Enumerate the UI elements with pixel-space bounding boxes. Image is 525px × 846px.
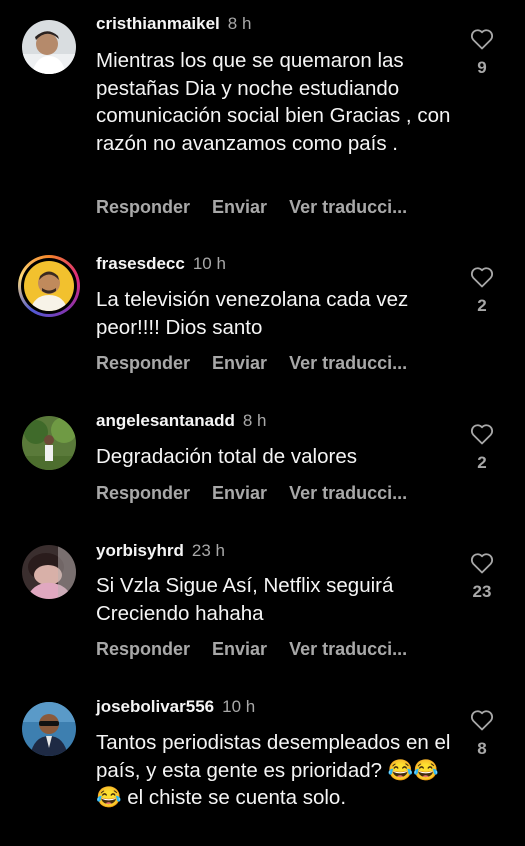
comment-header: frasesdecc 10 h — [96, 253, 226, 275]
reply-button[interactable]: Responder — [96, 197, 190, 217]
comment-header: yorbisyhrd 23 h — [96, 540, 225, 562]
avatar-person-icon — [22, 545, 76, 599]
comment-time: 23 h — [191, 541, 225, 560]
comment-text: Mientras los que se quemaron las pestaña… — [96, 49, 451, 155]
avatar[interactable] — [22, 702, 76, 756]
comment-username[interactable]: cristhianmaikel — [96, 14, 220, 33]
like-count: 23 — [472, 582, 492, 601]
avatar-person-icon — [22, 702, 76, 756]
avatar[interactable] — [18, 255, 80, 317]
avatar[interactable] — [22, 416, 76, 470]
translate-button[interactable]: Ver traducci... — [289, 353, 407, 373]
comment-header: josebolivar556 10 h — [96, 696, 255, 718]
comment-actions: Responder Enviar Ver traducci... — [96, 196, 429, 218]
like-count: 2 — [477, 296, 487, 315]
comment-username[interactable]: josebolivar556 — [96, 697, 214, 716]
heart-icon[interactable] — [470, 28, 494, 50]
comment-username[interactable]: angelesantanadd — [96, 411, 235, 430]
like-count: 2 — [477, 453, 487, 472]
comment-username[interactable]: yorbisyhrd — [96, 541, 184, 560]
comment-actions: Responder Enviar Ver traducci... — [96, 482, 429, 504]
translate-button[interactable]: Ver traducci... — [289, 639, 407, 659]
avatar-person-icon — [22, 20, 76, 74]
translate-button[interactable]: Ver traducci... — [289, 483, 407, 503]
comment-actions: Responder Enviar Ver traducci... — [96, 638, 429, 660]
avatar[interactable] — [22, 545, 76, 599]
heart-icon[interactable] — [470, 266, 494, 288]
send-button[interactable]: Enviar — [212, 483, 267, 503]
avatar-person-icon — [24, 261, 74, 311]
like-control: 23 — [462, 552, 502, 602]
reply-button[interactable]: Responder — [96, 639, 190, 659]
heart-icon[interactable] — [470, 709, 494, 731]
comment-time: 10 h — [192, 254, 226, 273]
like-control: 2 — [462, 266, 502, 316]
comment-text: Degradación total de valores — [96, 445, 357, 468]
send-button[interactable]: Enviar — [212, 353, 267, 373]
like-control: 9 — [462, 28, 502, 78]
like-count: 8 — [477, 739, 487, 758]
comment-header: angelesantanadd 8 h — [96, 410, 267, 432]
like-control: 8 — [462, 709, 502, 759]
comment-text: La televisión venezolana cada vez peor!!… — [96, 288, 409, 339]
avatar[interactable] — [22, 20, 76, 74]
comment-time: 8 h — [227, 14, 252, 33]
translate-button[interactable]: Ver traducci... — [289, 197, 407, 217]
comment-text: Tantos periodistas desempleados en el pa… — [96, 731, 451, 809]
comment-time: 8 h — [242, 411, 267, 430]
comment-header: cristhianmaikel 8 h — [96, 13, 251, 35]
comment-time: 10 h — [222, 697, 256, 716]
comment-actions: Responder Enviar Ver traducci... — [96, 352, 429, 374]
heart-icon[interactable] — [470, 552, 494, 574]
avatar-person-icon — [22, 416, 76, 470]
send-button[interactable]: Enviar — [212, 639, 267, 659]
like-control: 2 — [462, 423, 502, 473]
reply-button[interactable]: Responder — [96, 483, 190, 503]
comment-text: Si Vzla Sigue Así, Netflix seguirá Creci… — [96, 574, 394, 625]
heart-icon[interactable] — [470, 423, 494, 445]
send-button[interactable]: Enviar — [212, 197, 267, 217]
reply-button[interactable]: Responder — [96, 353, 190, 373]
like-count: 9 — [477, 58, 487, 77]
comment-username[interactable]: frasesdecc — [96, 254, 185, 273]
